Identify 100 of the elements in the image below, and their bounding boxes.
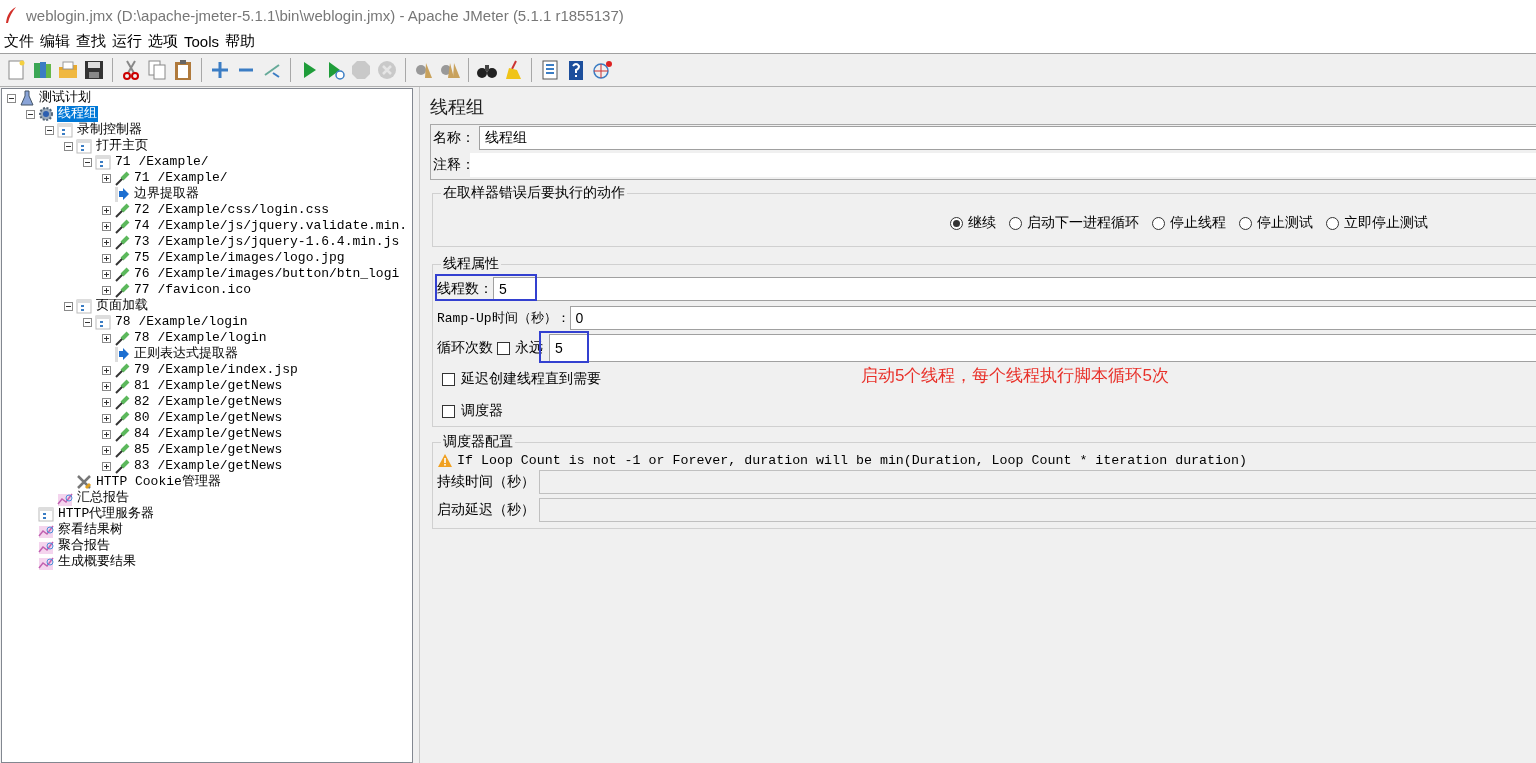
document-icon: [76, 298, 92, 314]
expand-toggle[interactable]: [102, 333, 111, 343]
checkbox-option[interactable]: 延迟创建线程直到需要: [442, 370, 601, 388]
expand-toggle[interactable]: [102, 365, 111, 375]
document-icon: [38, 506, 54, 522]
tree-item[interactable]: 72 /Example/css/login.css: [133, 202, 331, 218]
radio-option[interactable]: 停止测试: [1239, 214, 1313, 232]
collapse-toggle[interactable]: [64, 141, 73, 151]
tree-item[interactable]: 察看结果树: [57, 522, 124, 538]
tree-item[interactable]: 78 /Example/login: [133, 330, 268, 346]
group-title: 在取样器错误后要执行的动作: [442, 184, 626, 202]
books-icon[interactable]: [31, 59, 53, 81]
expand-toggle[interactable]: [102, 413, 111, 423]
loop-count-field[interactable]: 5: [549, 334, 1536, 362]
name-field[interactable]: 线程组: [479, 126, 1536, 150]
dropper-icon: [114, 394, 130, 410]
tree-item[interactable]: 汇总报告: [76, 490, 130, 506]
collapse-toggle[interactable]: [64, 301, 73, 311]
arrow-icon: [114, 346, 130, 362]
collapse-toggle[interactable]: [83, 317, 92, 327]
document-icon: [57, 122, 73, 138]
panel-title: 线程组: [430, 96, 484, 119]
menu-item[interactable]: 运行: [110, 32, 146, 51]
plus-icon[interactable]: [209, 59, 231, 81]
field-label: 持续时间（秒）: [437, 473, 536, 491]
tree-item[interactable]: 聚合报告: [57, 538, 111, 554]
menu-item[interactable]: 帮助: [223, 32, 260, 51]
tree-item[interactable]: 边界提取器: [133, 186, 200, 202]
radio-option[interactable]: 继续: [950, 214, 996, 232]
tree-item[interactable]: 85 /Example/getNews: [133, 442, 284, 458]
collapse-toggle[interactable]: [7, 93, 16, 103]
dropper-icon: [114, 282, 130, 298]
radio-option[interactable]: 启动下一进程循环: [1009, 214, 1139, 232]
tree-item[interactable]: 83 /Example/getNews: [133, 458, 284, 474]
field-label: Ramp-Up时间（秒）：: [437, 310, 571, 327]
document-icon: [95, 154, 111, 170]
menu-item[interactable]: 选项: [146, 32, 182, 51]
ramp-up-field[interactable]: 0: [569, 306, 1536, 330]
expand-toggle[interactable]: [102, 429, 111, 439]
tree-item[interactable]: 74 /Example/js/jquery.validate.min.: [133, 218, 409, 234]
collapse-toggle[interactable]: [26, 109, 35, 119]
field-label: 注释：: [433, 156, 476, 174]
tree-item[interactable]: HTTP代理服务器: [57, 506, 156, 522]
field-label: 循环次数: [437, 339, 494, 357]
tree-item[interactable]: 77 /favicon.ico: [133, 282, 253, 298]
tree-item[interactable]: 82 /Example/getNews: [133, 394, 284, 410]
expand-toggle[interactable]: [102, 269, 111, 279]
expand-toggle[interactable]: [102, 381, 111, 391]
network-icon[interactable]: [591, 59, 613, 81]
tree-item[interactable]: HTTP Cookie管理器: [95, 474, 222, 490]
expand-toggle[interactable]: [102, 205, 111, 215]
expand-toggle[interactable]: [102, 253, 111, 263]
dropper-icon: [114, 202, 130, 218]
gear-icon: [38, 106, 54, 122]
tree-item[interactable]: 打开主页: [95, 138, 149, 154]
expand-toggle[interactable]: [102, 237, 111, 247]
field-label: 启动延迟（秒）: [437, 501, 536, 519]
flask-icon: [19, 90, 35, 106]
menu-item[interactable]: 文件: [2, 32, 38, 51]
expand-toggle[interactable]: [102, 397, 111, 407]
collapse-toggle[interactable]: [83, 157, 92, 167]
arrow-icon: [114, 186, 130, 202]
radio-option[interactable]: 停止线程: [1152, 214, 1226, 232]
dropper-icon: [114, 378, 130, 394]
expand-toggle[interactable]: [102, 173, 111, 183]
tree-item[interactable]: 71 /Example/: [133, 170, 229, 186]
warning-text: If Loop Count is not -1 or Forever, duration will be min(Duration, Loop Count * iteration duration): [457, 453, 1247, 468]
checkbox-option[interactable]: 调度器: [442, 402, 503, 420]
tree-item[interactable]: 线程组: [57, 106, 98, 122]
tree-item[interactable]: 81 /Example/getNews: [133, 378, 284, 394]
expand-toggle[interactable]: [102, 285, 111, 295]
dropper-icon: [114, 362, 130, 378]
tree-item[interactable]: 正则表达式提取器: [133, 346, 239, 362]
tree-item[interactable]: 71 /Example/: [114, 154, 210, 170]
tree-item[interactable]: 79 /Example/index.jsp: [133, 362, 299, 378]
tree-item[interactable]: 78 /Example/login: [114, 314, 249, 330]
threads-field[interactable]: 5: [493, 277, 1536, 301]
tree-item[interactable]: 80 /Example/getNews: [133, 410, 284, 426]
tree-item[interactable]: 73 /Example/js/jquery-1.6.4.min.js: [133, 234, 401, 250]
tree-item[interactable]: 75 /Example/images/logo.jpg: [133, 250, 346, 266]
document-icon: [95, 314, 111, 330]
collapse-toggle[interactable]: [45, 125, 54, 135]
tree-item[interactable]: 76 /Example/images/button/btn_logi: [133, 266, 401, 282]
menu-item[interactable]: Tools: [182, 33, 224, 50]
tree-item[interactable]: 页面加载: [95, 298, 149, 314]
tree-item[interactable]: 生成概要结果: [57, 554, 137, 570]
scissors-icon[interactable]: [120, 59, 142, 81]
expand-toggle[interactable]: [102, 221, 111, 231]
menu-item[interactable]: 查找: [74, 32, 110, 51]
expand-toggle[interactable]: [102, 461, 111, 471]
tree-item[interactable]: 84 /Example/getNews: [133, 426, 284, 442]
tree-item[interactable]: 录制控制器: [76, 122, 143, 138]
wrench-icon: [76, 474, 92, 490]
tree-item[interactable]: 测试计划: [38, 90, 92, 106]
radio-option[interactable]: 立即停止测试: [1326, 214, 1428, 232]
expand-toggle[interactable]: [102, 445, 111, 455]
menu-item[interactable]: 编辑: [38, 32, 74, 51]
dropper-icon: [114, 442, 130, 458]
list-icon[interactable]: [539, 59, 561, 81]
clipboard-icon[interactable]: [172, 59, 194, 81]
